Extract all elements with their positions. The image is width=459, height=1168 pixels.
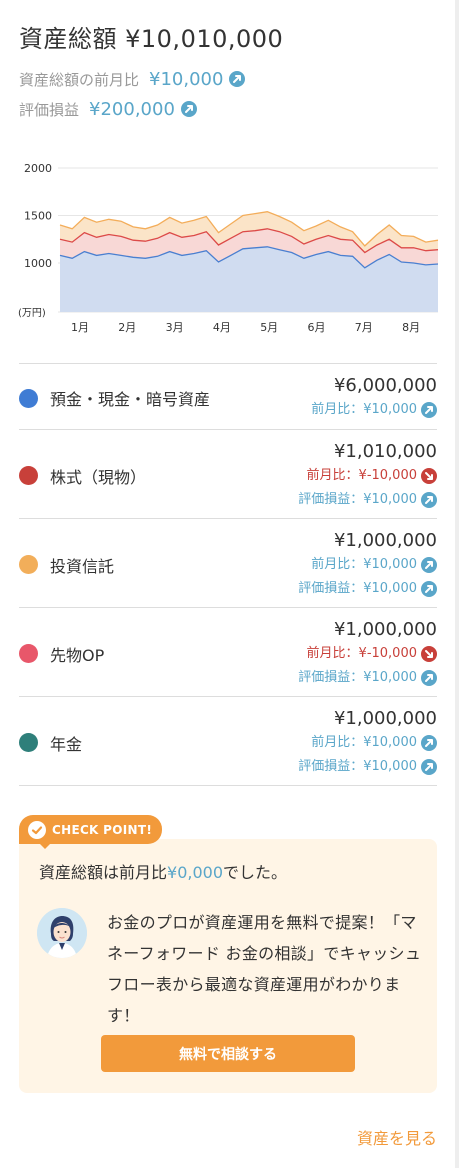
month-over-month-row: 資産総額の前月比 ¥10,000	[19, 67, 439, 91]
y-axis-labels: 2000 1500 1000 (万円)	[18, 162, 52, 319]
arrow-down-right-icon	[421, 645, 437, 662]
asset-row[interactable]: 預金・現金・暗号資産 ¥6,000,000 前月比：¥10,000	[19, 364, 437, 430]
arrow-up-right-icon	[229, 71, 246, 87]
y-tick-label: 2000	[24, 162, 52, 175]
see-assets-link[interactable]: 資産を見る	[357, 1125, 437, 1149]
total-assets-title: 資産総額 ¥10,010,000	[19, 25, 284, 53]
check-point-tag: CHECK POINT!	[19, 815, 163, 844]
asset-category-list: 預金・現金・暗号資産 ¥6,000,000 前月比：¥10,000 株式（現物） ¥1,…	[19, 363, 437, 786]
category-name: 株式（現物）	[50, 467, 147, 487]
category-pl: 評価損益：¥10,000	[298, 666, 437, 690]
x-axis-labels: 1月 2月 3月 4月 5月 6月 7月 8月	[71, 321, 420, 334]
category-name: 預金・現金・暗号資産	[50, 390, 211, 409]
check-point-summary: 資産総額は前月比¥0,000でした。	[39, 859, 287, 883]
free-consultation-button[interactable]: 無料で相談する	[101, 1035, 355, 1072]
category-pl-text: 評価損益：¥10,000	[298, 491, 417, 507]
category-color-dot	[19, 555, 38, 574]
category-amount: ¥1,010,000	[333, 440, 437, 462]
category-mom-text: 前月比：¥-10,000	[306, 645, 417, 661]
check-circle-icon	[28, 820, 46, 839]
category-color-dot	[19, 466, 38, 485]
x-tick-label: 6月	[308, 321, 326, 334]
asset-row[interactable]: 投資信託 ¥1,000,000 前月比：¥10,000 評価損益：¥10,000	[19, 519, 437, 608]
category-figures: ¥1,000,000 前月比：¥10,000 評価損益：¥10,000	[298, 529, 437, 601]
category-mom-text: 前月比：¥10,000	[311, 556, 417, 572]
asset-row[interactable]: 年金 ¥1,000,000 前月比：¥10,000 評価損益：¥10,000	[19, 697, 437, 786]
summary-header: 資産総額 ¥10,010,000 資産総額の前月比 ¥10,000 評価損益 ¥…	[19, 22, 439, 121]
category-mom-text: 前月比：¥-10,000	[306, 467, 417, 483]
scroll-edge	[455, 0, 459, 1168]
x-tick-label: 1月	[71, 321, 89, 334]
check-point-tag-tail	[39, 843, 51, 849]
category-mom: 前月比：¥-10,000	[298, 464, 437, 488]
asset-summary-page: 資産総額 ¥10,010,000 資産総額の前月比 ¥10,000 評価損益 ¥…	[0, 0, 459, 1168]
mom-value: ¥10,000	[149, 68, 224, 90]
arrow-down-right-icon	[421, 467, 437, 484]
arrow-up-right-icon	[421, 402, 437, 418]
check-point-label: CHECK POINT!	[52, 822, 153, 837]
asset-trend-chart: 2000 1500 1000 (万円) 1月 2月 3月 4月 5月 6月 7月 8月	[18, 162, 439, 334]
x-tick-label: 3月	[166, 321, 184, 334]
x-tick-label: 5月	[260, 321, 278, 334]
arrow-up-right-icon	[421, 580, 437, 597]
category-amount: ¥1,000,000	[333, 707, 437, 729]
category-color-dot	[19, 733, 38, 752]
asset-row[interactable]: 株式（現物） ¥1,010,000 前月比：¥-10,000 評価損益：¥10,000	[19, 430, 437, 519]
mom-label: 資産総額の前月比	[19, 70, 140, 89]
category-pl-text: 評価損益：¥10,000	[298, 669, 417, 685]
category-name: 年金	[50, 734, 83, 754]
category-figures: ¥1,000,000 前月比：¥-10,000 評価損益：¥10,000	[298, 618, 437, 690]
asset-row[interactable]: 先物OP ¥1,000,000 前月比：¥-10,000 評価損益：¥10,000	[19, 608, 437, 697]
category-mom-text: 前月比：¥10,000	[311, 734, 417, 750]
arrow-up-right-icon	[180, 101, 197, 117]
category-pl: 評価損益：¥10,000	[298, 488, 437, 512]
category-amount: ¥1,000,000	[333, 618, 437, 640]
y-tick-label: 1500	[24, 210, 52, 223]
y-unit-label: (万円)	[18, 308, 46, 319]
x-tick-label: 8月	[402, 321, 420, 334]
pl-label: 評価損益	[19, 100, 80, 119]
chart-areas	[59, 211, 439, 312]
category-figures: ¥6,000,000 前月比：¥10,000	[311, 374, 437, 422]
category-mom: 前月比：¥10,000	[298, 553, 437, 577]
category-name: 先物OP	[50, 645, 105, 665]
check-point-message: お金のプロが資産運用を無料で提案！「マネーフォワード お金の相談」でキャッシュフ…	[107, 913, 422, 1025]
y-tick-label: 1000	[24, 257, 52, 270]
category-mom-text: 前月比：¥10,000	[311, 402, 417, 417]
category-color-dot	[19, 388, 38, 408]
category-color-dot	[19, 644, 38, 663]
category-mom: 前月比：¥10,000	[311, 398, 437, 422]
category-amount: ¥1,000,000	[333, 529, 437, 551]
arrow-up-right-icon	[421, 669, 437, 686]
category-pl: 評価損益：¥10,000	[298, 577, 437, 601]
summary-value: ¥0,000	[167, 863, 223, 882]
pl-value: ¥200,000	[89, 98, 175, 120]
x-tick-label: 7月	[355, 321, 373, 334]
category-name: 投資信託	[50, 556, 115, 576]
arrow-up-right-icon	[421, 758, 437, 775]
summary-prefix: 資産総額は前月比	[39, 863, 168, 882]
arrow-up-right-icon	[421, 556, 437, 573]
category-figures: ¥1,010,000 前月比：¥-10,000 評価損益：¥10,000	[298, 440, 437, 512]
advisor-avatar	[37, 908, 87, 958]
x-tick-label: 2月	[118, 321, 136, 334]
category-figures: ¥1,000,000 前月比：¥10,000 評価損益：¥10,000	[298, 707, 437, 779]
arrow-up-right-icon	[421, 491, 437, 508]
category-mom: 前月比：¥-10,000	[298, 642, 437, 666]
check-point-card: 資産総額は前月比¥0,000でした。 お金のプロが資産運用を無料で提案！「マネー…	[19, 815, 437, 1093]
check-point-body: 資産総額は前月比¥0,000でした。 お金のプロが資産運用を無料で提案！「マネー…	[19, 839, 437, 1093]
category-pl-text: 評価損益：¥10,000	[298, 580, 417, 596]
category-mom: 前月比：¥10,000	[298, 731, 437, 755]
category-pl-text: 評価損益：¥10,000	[298, 758, 417, 774]
category-amount: ¥6,000,000	[333, 375, 437, 396]
x-tick-label: 4月	[213, 321, 231, 334]
summary-suffix: でした。	[223, 863, 288, 882]
arrow-up-right-icon	[421, 734, 437, 751]
profit-loss-row: 評価損益 ¥200,000	[19, 97, 439, 121]
category-pl: 評価損益：¥10,000	[298, 755, 437, 779]
